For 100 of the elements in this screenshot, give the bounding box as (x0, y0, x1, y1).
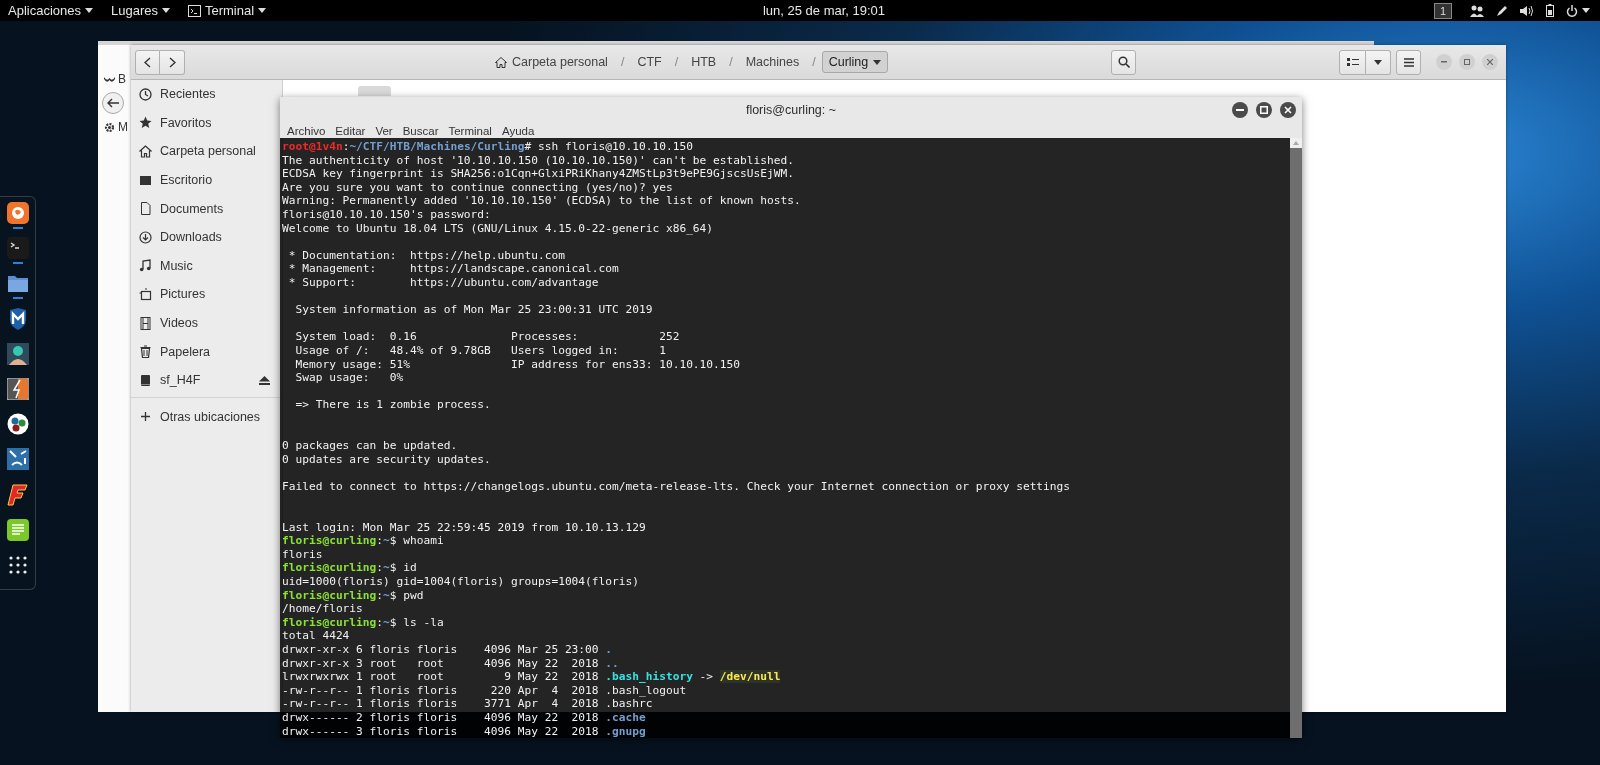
close-button[interactable] (1482, 54, 1498, 70)
swirl-app-icon[interactable] (6, 202, 29, 224)
minimize-button[interactable] (1232, 102, 1248, 118)
path-button[interactable]: CTF (630, 51, 669, 73)
path-button[interactable]: HTB (684, 51, 724, 73)
sidebar-item[interactable]: Recientes (131, 80, 282, 109)
window-title: floris@curling: ~ (745, 103, 837, 117)
clock[interactable]: lun, 25 de mar, 19:01 (714, 3, 886, 18)
music-note-icon (139, 259, 152, 273)
terminal-line: floris@curling:~$ ls -la (282, 615, 445, 630)
minimize-button[interactable] (1436, 54, 1452, 70)
star-icon (139, 116, 152, 130)
picture-icon (139, 287, 152, 301)
menu-item[interactable]: Buscar (397, 123, 444, 138)
caret-icon (162, 8, 170, 13)
slanted-logo-icon[interactable] (6, 483, 29, 506)
clock-icon (139, 87, 152, 101)
menu-button[interactable]: Lugares (111, 3, 170, 18)
close-icon (1284, 106, 1292, 114)
workspace-indicator[interactable]: 1 (1433, 2, 1452, 19)
menu-item[interactable]: Ver (370, 123, 398, 138)
menu-item[interactable]: Terminal (443, 123, 497, 138)
sidebar-item[interactable]: Escritorio (131, 165, 282, 195)
path-button[interactable]: Carpeta personal (488, 51, 615, 73)
maximize-icon (1464, 59, 1470, 65)
path-button[interactable]: Machines (738, 51, 807, 73)
terminal-line: Memory usage: 51% IP address for ens33: 10.10.10.150 (294, 357, 741, 372)
terminal-line: floris@curling:~$ whoami (282, 534, 445, 548)
menu-button[interactable]: Terminal (188, 3, 267, 18)
sidebar-item[interactable]: Videos (131, 308, 282, 338)
volume-icon[interactable] (1520, 4, 1534, 17)
sidebar-item[interactable]: Downloads (131, 222, 282, 252)
desktop-icon (139, 173, 152, 187)
gear-icon (104, 121, 115, 133)
forward-button[interactable] (160, 49, 185, 75)
drive-icon (139, 373, 152, 387)
back-button[interactable] (102, 92, 124, 114)
list-view-icon (1346, 57, 1359, 67)
back-button[interactable] (135, 49, 160, 75)
lightning-icon[interactable] (6, 377, 29, 400)
terminal-line: drwx------ 2 floris floris 4096 May 22 2018 .cache (282, 710, 647, 725)
search-icon (1117, 56, 1130, 68)
menu-icon (1403, 57, 1414, 67)
caret-icon (85, 8, 93, 13)
sidebar-item[interactable]: Papelera (131, 337, 282, 366)
sidebar-item[interactable]: Documents (131, 194, 282, 223)
terminal-line: Usage of /: 48.4% of 9.78GB Users logged in: 1 (294, 343, 667, 358)
maximize-button[interactable] (1256, 102, 1272, 118)
minimize-icon (1236, 109, 1244, 111)
wave-icon (104, 76, 115, 82)
terminal-line: drwxr-xr-x 3 root root 4096 May 22 2018 .. (282, 656, 620, 671)
sidebar-item[interactable]: sf_H4F (131, 365, 259, 395)
terminal-line: 0 updates are security updates. (282, 452, 492, 467)
terminal-line: 0 packages can be updated. (282, 439, 459, 453)
home-icon (139, 145, 152, 158)
close-button[interactable] (1280, 102, 1296, 118)
sidebar-item[interactable]: Music (131, 251, 282, 281)
caret-icon (1374, 59, 1382, 65)
dots-circle-icon[interactable] (6, 413, 29, 436)
chevron-left-icon (144, 56, 151, 68)
path-separator: / (812, 55, 816, 69)
terminal-line: -rw-r--r-- 1 floris floris 220 Apr 4 2018 .bash_logout (282, 683, 688, 698)
download-icon (139, 230, 152, 244)
sidebar-item[interactable]: Favoritos (131, 108, 282, 138)
terminal-line: Warning: Permanently added '10.10.10.150' (ECDSA) to the list of known hosts. (282, 194, 802, 208)
path-separator: / (620, 55, 625, 69)
terminal-line: -rw-r--r-- 1 floris floris 3771 Apr 4 2018 .bashrc (282, 697, 654, 711)
sidebar-item[interactable]: Pictures (131, 280, 282, 309)
people-icon[interactable] (1470, 4, 1484, 17)
battery-icon[interactable] (1546, 4, 1554, 17)
menu-item[interactable]: Ayuda (496, 123, 540, 138)
terminal-line: Are you sure you want to continue connecting (yes/no)? yes (282, 180, 674, 195)
abstract-tile-icon[interactable] (6, 448, 29, 471)
menu-item[interactable]: Archivo (282, 123, 331, 138)
path-button[interactable]: Curling (821, 51, 889, 73)
sidebar-item[interactable]: Carpeta personal (131, 137, 282, 166)
menu-button[interactable] (1396, 49, 1421, 75)
terminal-line: * Management: https://landscape.canonical.com (287, 262, 620, 276)
eject-icon[interactable] (259, 375, 270, 385)
power-icon (1566, 4, 1578, 17)
maximize-icon (1260, 106, 1268, 114)
caret-icon (1582, 8, 1590, 13)
pen-icon[interactable] (1496, 4, 1508, 17)
home-icon (495, 56, 507, 68)
menu-button[interactable]: Aplicaciones (8, 3, 93, 18)
notes-icon[interactable] (6, 518, 29, 541)
trash-icon (139, 345, 152, 359)
terminal-line: Failed to connect to https://changelogs.ubuntu.com/meta-release-lts. Check your Internet connection or proxy settings (282, 479, 1072, 494)
terminal-line: drwx------ 3 floris floris 4096 May 22 2018 .gnupg (282, 724, 647, 739)
menu-item[interactable]: Editar (330, 123, 371, 138)
list-view-button[interactable] (1339, 49, 1366, 75)
path-separator: / (729, 55, 733, 69)
maximize-button[interactable] (1459, 54, 1475, 70)
view-options-button[interactable] (1366, 49, 1391, 75)
terminal-icon[interactable] (6, 237, 29, 260)
film-icon (139, 316, 152, 330)
power-menu-button[interactable] (1566, 4, 1590, 17)
avatar-icon[interactable] (6, 342, 29, 365)
search-button[interactable] (1111, 49, 1136, 75)
terminal-line: floris@curling:~$ pwd (282, 588, 425, 603)
